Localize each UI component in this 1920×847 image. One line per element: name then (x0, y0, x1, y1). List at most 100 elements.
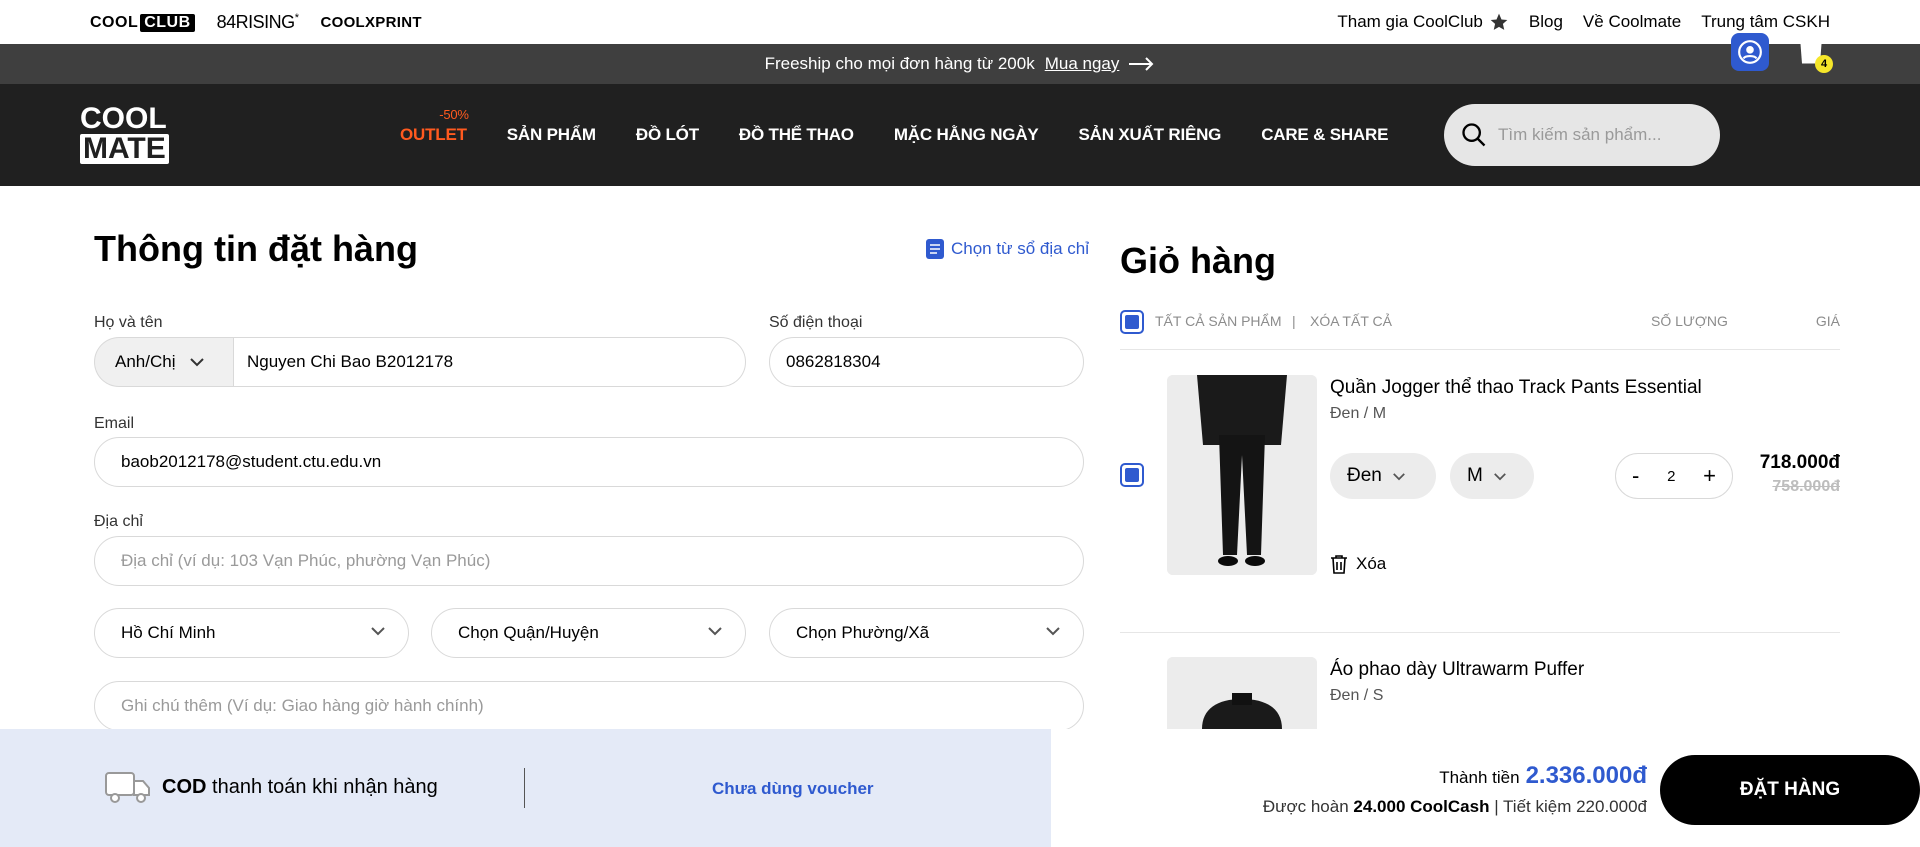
cashback-amount: 24.000 CoolCash (1353, 797, 1490, 816)
voucher-button[interactable]: Chưa dùng voucher (712, 779, 874, 799)
select-all-label[interactable]: TẤT CẢ SẢN PHẨM (1155, 313, 1282, 329)
payment-method[interactable]: COD thanh toán khi nhận hàng (104, 767, 438, 807)
arrow-right-icon (1129, 57, 1154, 71)
remove-item-button[interactable]: Xóa (1330, 554, 1386, 574)
coolmate-logo[interactable]: COOL MATE (80, 104, 169, 164)
address-label: Địa chỉ (94, 513, 143, 530)
cart-header-separator: | (1292, 313, 1296, 329)
divider (1120, 632, 1840, 633)
size-select[interactable]: M (1450, 453, 1534, 499)
product-variant: Đen / S (1330, 687, 1384, 704)
size-value: M (1467, 465, 1483, 486)
remove-item-label: Xóa (1356, 554, 1387, 573)
nav-underwear[interactable]: ĐỒ LÓT (636, 125, 699, 145)
color-select[interactable]: Đen (1330, 453, 1436, 499)
delivery-truck-icon (105, 772, 150, 803)
join-coolclub-label: Tham gia CoolClub (1337, 12, 1483, 31)
city-select[interactable]: Hồ Chí Minh (94, 608, 409, 658)
top-links: Tham gia CoolClub Blog Về Coolmate Trung… (1337, 12, 1830, 32)
note-field (94, 681, 1084, 731)
delete-all-button[interactable]: XÓA TẤT CẢ (1310, 313, 1392, 329)
email-field (94, 437, 1084, 487)
increase-quantity-button[interactable]: + (1703, 463, 1716, 489)
nav-sportswear[interactable]: ĐỒ THỂ THAO (739, 125, 854, 145)
email-label: Email (94, 415, 135, 432)
search-input[interactable] (1498, 125, 1698, 145)
salutation-value: Anh/Chị (115, 352, 176, 371)
city-value: Hồ Chí Minh (121, 623, 216, 642)
address-book-icon (926, 239, 944, 259)
customer-service-link[interactable]: Trung tâm CSKH (1701, 12, 1830, 32)
84rising-logo[interactable]: 84RISING* (217, 12, 299, 33)
join-coolclub-link[interactable]: Tham gia CoolClub (1337, 12, 1509, 32)
address-input[interactable] (121, 551, 987, 571)
color-value: Đen (1347, 465, 1382, 486)
top-bar: COOL CLUB 84RISING* COOLXPRINT Tham gia … (0, 0, 1920, 44)
nav-products[interactable]: SẢN PHẨM (507, 125, 596, 145)
cashback-prefix: Được hoàn (1262, 797, 1349, 816)
phone-field (769, 337, 1084, 387)
total-amount: 2.336.000đ (1525, 762, 1647, 789)
account-button[interactable] (1731, 33, 1769, 71)
user-icon (1738, 40, 1762, 64)
blog-link[interactable]: Blog (1529, 12, 1563, 32)
email-input[interactable] (121, 452, 987, 472)
savings-text: | Tiết kiệm 220.000đ (1494, 797, 1647, 816)
nav-custom-made[interactable]: SẢN XUẤT RIÊNG (1079, 125, 1222, 145)
brand-links: COOL CLUB 84RISING* COOLXPRINT (90, 12, 422, 33)
item-original-price: 758.000đ (1772, 478, 1840, 495)
district-value: Chọn Quận/Huyện (458, 623, 599, 642)
chevron-down-icon (708, 627, 722, 636)
address-book-label: Chọn từ sổ địa chỉ (951, 239, 1090, 258)
ward-select[interactable]: Chọn Phường/Xã (769, 608, 1084, 658)
84rising-logo-text: 84RISING (216, 12, 296, 32)
outlet-discount-badge: -50% (439, 107, 469, 122)
cart-title: Giỏ hàng (1120, 240, 1276, 281)
product-image[interactable] (1167, 657, 1317, 729)
product-variant: Đen / M (1330, 405, 1387, 422)
payment-method-code: COD (162, 775, 207, 798)
salutation-select[interactable]: Anh/Chị (94, 337, 234, 387)
nav-outlet[interactable]: -50% OUTLET (400, 107, 469, 145)
logo-mate: MATE (80, 134, 169, 164)
about-coolmate-link[interactable]: Về Coolmate (1583, 12, 1681, 32)
checkbox-fill (1125, 468, 1139, 482)
main-nav: -50% OUTLET SẢN PHẨM ĐỒ LÓT ĐỒ THỂ THAO … (400, 84, 1388, 186)
trash-icon (1331, 555, 1347, 574)
ward-value: Chọn Phường/Xã (796, 623, 930, 642)
address-book-link[interactable]: Chọn từ sổ địa chỉ (925, 238, 1089, 260)
quantity-value[interactable]: 2 (1667, 468, 1675, 485)
search-icon[interactable] (1460, 121, 1488, 149)
quantity-stepper: - 2 + (1615, 453, 1733, 499)
phone-input[interactable] (786, 352, 1054, 372)
chevron-down-icon (1493, 472, 1506, 480)
coolclub-logo[interactable]: COOL CLUB (90, 13, 195, 32)
checkbox-fill (1125, 315, 1139, 329)
note-input[interactable] (121, 696, 987, 716)
main-header: COOL MATE -50% OUTLET SẢN PHẨM ĐỒ LÓT ĐỒ… (0, 84, 1920, 186)
coolxprint-logo[interactable]: COOLXPRINT (320, 14, 421, 31)
product-name[interactable]: Áo phao dày Ultrawarm Puffer (1330, 659, 1584, 681)
nav-outlet-label: OUTLET (400, 125, 467, 144)
nav-everyday[interactable]: MẶC HẰNG NGÀY (894, 125, 1039, 145)
price-column-header: GIÁ (1815, 313, 1840, 329)
chevron-down-icon (190, 358, 205, 367)
star-icon (1490, 13, 1508, 30)
promo-cta-link[interactable]: Mua ngay (1045, 54, 1120, 74)
district-select[interactable]: Chọn Quận/Huyện (431, 608, 746, 658)
promo-text: Freeship cho mọi đơn hàng từ 200k (764, 54, 1035, 73)
nav-care-share[interactable]: CARE & SHARE (1261, 125, 1388, 145)
item-checkbox[interactable] (1120, 463, 1144, 487)
select-all-checkbox[interactable] (1120, 310, 1144, 334)
chevron-down-icon (1392, 472, 1405, 480)
84rising-logo-sup: * (294, 12, 299, 24)
product-image[interactable] (1167, 375, 1317, 575)
name-label: Họ và tên (94, 314, 163, 331)
decrease-quantity-button[interactable]: - (1632, 463, 1639, 489)
place-order-button[interactable]: ĐẶT HÀNG (1660, 755, 1920, 825)
promo-bar: Freeship cho mọi đơn hàng từ 200k Mua ng… (0, 44, 1920, 84)
product-name[interactable]: Quần Jogger thể thao Track Pants Essenti… (1330, 377, 1702, 399)
address-field (94, 536, 1084, 586)
jogger-pants-image (1167, 375, 1317, 575)
full-name-input[interactable] (247, 352, 696, 372)
